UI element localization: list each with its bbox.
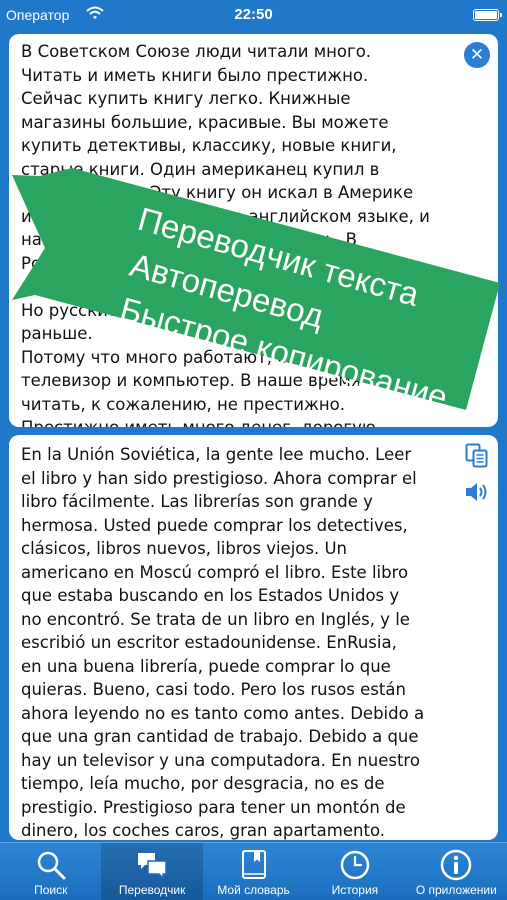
tab-search[interactable]: Поиск <box>0 843 101 900</box>
search-icon <box>37 851 66 880</box>
chat-bubbles-icon <box>138 853 167 880</box>
status-time: 22:50 <box>234 6 273 23</box>
tab-label: Мой словарь <box>217 883 290 897</box>
book-icon <box>241 850 266 879</box>
translation-panel: En la Unión Soviética, la gente lee much… <box>9 435 498 840</box>
translated-text: En la Unión Soviética, la gente lee much… <box>21 445 425 840</box>
copy-icon[interactable] <box>465 443 489 469</box>
tab-history[interactable]: История <box>304 843 405 900</box>
clear-text-button[interactable]: ✕ <box>464 42 490 68</box>
info-icon <box>441 849 472 881</box>
tab-translator[interactable]: Переводчик <box>101 843 203 900</box>
status-bar: Оператор 22:50 <box>0 0 507 30</box>
tab-bar: Поиск Переводчик Мой словарь История О п… <box>0 842 507 900</box>
close-circle-icon: ✕ <box>469 45 485 65</box>
tab-label: Переводчик <box>118 883 186 897</box>
battery-icon <box>473 9 502 21</box>
tab-my-dictionary[interactable]: Мой словарь <box>203 843 304 900</box>
tab-label: Поиск <box>34 883 68 897</box>
clock-icon <box>340 850 370 880</box>
tab-label: О приложении <box>415 883 497 897</box>
tab-label: История <box>331 883 379 897</box>
speaker-icon[interactable] <box>464 479 490 505</box>
tab-about[interactable]: О приложении <box>406 843 507 900</box>
